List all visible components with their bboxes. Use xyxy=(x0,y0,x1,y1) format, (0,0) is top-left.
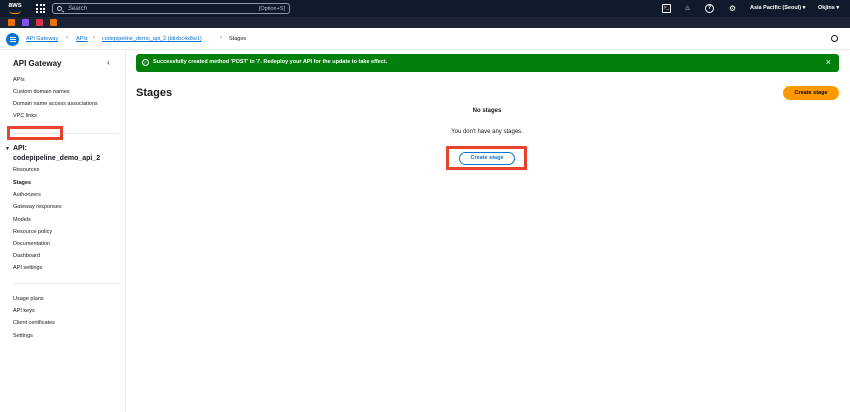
aws-logo[interactable]: aws xyxy=(7,2,23,15)
favorites-bar xyxy=(0,17,850,28)
empty-state-text: You don't have any stages. xyxy=(451,129,523,135)
sidebar-item-resources[interactable]: Resources xyxy=(13,167,39,173)
search-placeholder: Search xyxy=(68,6,88,12)
sidebar-title: API Gateway xyxy=(13,59,62,68)
sidebar-item-usage-plans[interactable]: Usage plans xyxy=(13,296,44,302)
services-grid-icon[interactable] xyxy=(36,4,45,13)
search-shortcut: [Option+S] xyxy=(258,6,285,12)
success-flash-banner: ✓ Successfully created method 'POST' in … xyxy=(136,54,839,72)
chevron-left-icon[interactable]: ‹ xyxy=(107,58,110,67)
empty-state-title: No stages xyxy=(472,108,502,114)
sidebar-item-api-settings[interactable]: API settings xyxy=(13,265,42,271)
bell-icon[interactable]: ♨ xyxy=(683,4,692,13)
region-label: Asia Pacific (Seoul) xyxy=(750,5,802,11)
gear-icon[interactable]: ⚙ xyxy=(728,4,737,13)
empty-create-stage-button[interactable]: Create stage xyxy=(459,152,515,165)
help-icon[interactable]: ? xyxy=(705,4,714,13)
sidebar-divider xyxy=(13,283,119,284)
sidebar-item-client-certificates[interactable]: Client certificates xyxy=(13,320,55,326)
sidebar-item-apis[interactable]: APIs xyxy=(13,77,25,83)
sidebar-item-resource-policy[interactable]: Resource policy xyxy=(13,229,52,235)
caret-down-icon: ▼ xyxy=(5,146,10,152)
sidebar-api-group[interactable]: ▼ API: codepipeline_demo_api_2 xyxy=(5,144,100,163)
favorite-service-icon[interactable] xyxy=(50,19,57,26)
sidebar-item-models[interactable]: Models xyxy=(13,217,31,223)
sidebar-item-documentation[interactable]: Documentation xyxy=(13,241,50,247)
favorite-service-icon[interactable] xyxy=(22,19,29,26)
close-icon[interactable]: × xyxy=(826,57,831,67)
sidebar-item-api-keys[interactable]: API keys xyxy=(13,308,35,314)
sidebar-item-stages[interactable]: Stages xyxy=(13,180,31,186)
check-circle-icon: ✓ xyxy=(142,59,149,66)
navigation-menu-button[interactable] xyxy=(6,33,19,46)
sidebar-item-settings[interactable]: Settings xyxy=(13,333,33,339)
chevron-right-icon: › xyxy=(66,35,68,41)
chevron-right-icon: › xyxy=(220,35,222,41)
top-navigation-bar: aws Search [Option+S] >_ ♨ ? ⚙ Asia Paci… xyxy=(0,0,850,17)
account-label: Okjins xyxy=(818,5,835,11)
breadcrumb-bar: API Gateway › APIs › codepipeline_demo_a… xyxy=(0,28,850,50)
create-stage-button[interactable]: Create stage xyxy=(783,86,839,100)
breadcrumb-current: Stages xyxy=(229,36,247,42)
sidebar-item-domain-access[interactable]: Domain name access associations xyxy=(13,101,98,107)
sidebar-item-dashboard[interactable]: Dashboard xyxy=(13,253,40,259)
aws-logo-text: aws xyxy=(8,2,22,9)
breadcrumb-api-gateway[interactable]: API Gateway xyxy=(26,36,58,42)
region-selector[interactable]: Asia Pacific (Seoul) ▾ xyxy=(750,5,805,11)
breadcrumb-apis[interactable]: APIs xyxy=(76,36,88,42)
favorite-service-icon[interactable] xyxy=(8,19,15,26)
flash-message: Successfully created method 'POST' in '/… xyxy=(153,59,388,65)
chevron-right-icon: › xyxy=(93,35,95,41)
search-icon xyxy=(57,6,62,11)
breadcrumb-api[interactable]: codepipeline_demo_api_2 (btixbc4x8w1) xyxy=(102,36,202,42)
sidebar: API Gateway ‹ APIs Custom domain names D… xyxy=(0,50,126,412)
info-panel-icon[interactable] xyxy=(831,35,838,42)
page-title: Stages xyxy=(136,87,173,99)
cloudshell-icon[interactable]: >_ xyxy=(662,4,671,13)
search-input[interactable]: Search [Option+S] xyxy=(52,3,290,14)
account-menu[interactable]: Okjins ▾ xyxy=(818,5,839,11)
api-name: codepipeline_demo_api_2 xyxy=(13,155,101,162)
api-label: API: xyxy=(12,145,27,152)
sidebar-item-authorizers[interactable]: Authorizers xyxy=(13,192,41,198)
favorite-service-icon[interactable] xyxy=(36,19,43,26)
sidebar-item-gateway-responses[interactable]: Gateway responses xyxy=(13,204,62,210)
sidebar-item-custom-domain-names[interactable]: Custom domain names xyxy=(13,89,70,95)
